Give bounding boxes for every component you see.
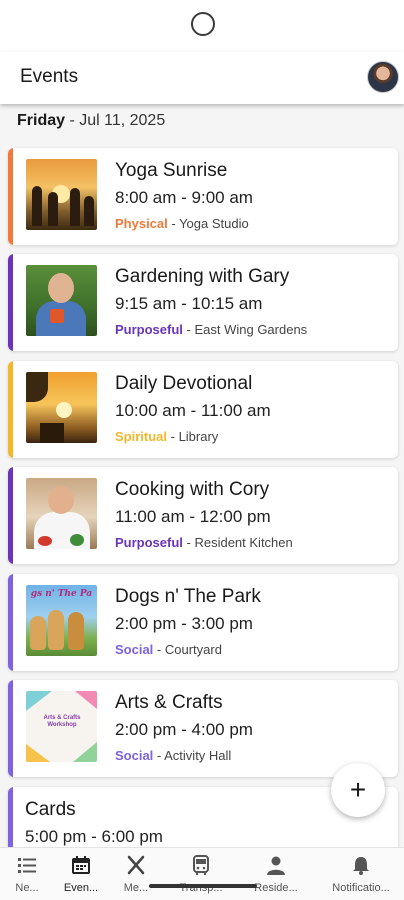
event-thumbnail: gs n' The Pa [26, 585, 97, 656]
event-meta: Physical - Yoga Studio [115, 216, 249, 231]
event-category: Social [115, 642, 154, 657]
nav-item-news[interactable]: Ne... [0, 854, 57, 894]
event-thumbnail [26, 478, 97, 549]
category-accent [8, 467, 13, 564]
event-card[interactable]: Yoga Sunrise 8:00 am - 9:00 am Physical … [8, 148, 398, 245]
event-meta: Purposeful - East Wing Gardens [115, 322, 307, 337]
event-location: - Resident Kitchen [182, 535, 293, 550]
category-accent [8, 361, 13, 458]
event-title: Arts & Crafts [115, 692, 223, 713]
calendar-icon [72, 856, 90, 874]
event-card[interactable]: Daily Devotional 10:00 am - 11:00 am Spi… [8, 361, 398, 458]
nav-item-transportation[interactable]: Transp... [171, 854, 231, 894]
event-title: Yoga Sunrise [115, 160, 228, 181]
event-time: 2:00 pm - 3:00 pm [115, 614, 253, 633]
bottom-nav: Ne... Even... Me... Transp... Reside... … [0, 847, 404, 900]
event-card[interactable]: Cooking with Cory 11:00 am - 12:00 pm Pu… [8, 467, 398, 564]
camera-cutout [191, 12, 215, 36]
event-location: - East Wing Gardens [182, 322, 308, 337]
event-meta: Purposeful - Resident Kitchen [115, 535, 293, 550]
date-day: Friday [17, 112, 66, 129]
nav-item-meals[interactable]: Me... [106, 854, 166, 894]
event-thumbnail [26, 372, 97, 443]
event-location: - Courtyard [153, 642, 222, 657]
home-indicator [149, 884, 257, 888]
event-category: Physical [115, 216, 168, 231]
plus-icon: + [349, 774, 367, 805]
add-event-button[interactable]: + [331, 763, 385, 817]
category-accent [8, 574, 13, 671]
event-time: 2:00 pm - 4:00 pm [115, 720, 253, 739]
person-icon [267, 856, 285, 875]
nav-item-events[interactable]: Even... [51, 854, 111, 894]
category-accent [8, 254, 13, 351]
event-title: Gardening with Gary [115, 266, 290, 287]
event-location: - Library [167, 429, 219, 444]
event-title: Dogs n' The Park [115, 586, 261, 607]
event-category: Spiritual [115, 429, 168, 444]
event-meta: Social - Courtyard [115, 642, 222, 657]
event-thumbnail [26, 159, 97, 230]
category-accent [8, 787, 13, 847]
status-bar [0, 0, 404, 52]
event-location: - Yoga Studio [167, 216, 249, 231]
event-thumbnail: Arts & Crafts Workshop [26, 691, 97, 762]
date-text: - Jul 11, 2025 [65, 112, 166, 129]
event-card[interactable]: Gardening with Gary 9:15 am - 10:15 am P… [8, 254, 398, 351]
event-time: 8:00 am - 9:00 am [115, 188, 253, 207]
event-list: Yoga Sunrise 8:00 am - 9:00 am Physical … [0, 142, 404, 847]
event-category: Purposeful [115, 535, 183, 550]
category-accent [8, 148, 13, 245]
nav-item-residents[interactable]: Reside... [246, 854, 306, 894]
date-heading: Friday - Jul 11, 2025 [17, 112, 165, 130]
event-time: 11:00 am - 12:00 pm [115, 507, 271, 526]
nav-label: Notificatio... [332, 882, 390, 894]
nav-label: Even... [63, 882, 99, 894]
event-meta: Spiritual - Library [115, 429, 218, 444]
event-time: 9:15 am - 10:15 am [115, 294, 263, 313]
event-title: Cooking with Cory [115, 479, 270, 500]
bus-icon [193, 855, 209, 875]
avatar[interactable] [367, 61, 399, 93]
app-bar: Events [0, 52, 404, 104]
event-category: Social [115, 748, 154, 763]
event-category: Purposeful [115, 322, 183, 337]
page-title: Events [20, 66, 79, 87]
utensils-icon [127, 855, 145, 875]
nav-label: Ne... [15, 882, 39, 894]
event-thumbnail [26, 265, 97, 336]
category-accent [8, 680, 13, 777]
event-title: Daily Devotional [115, 373, 253, 394]
event-card[interactable]: gs n' The Pa Dogs n' The Park 2:00 pm - … [8, 574, 398, 671]
list-icon [18, 858, 36, 873]
bell-icon [353, 857, 369, 875]
event-time: 5:00 pm - 6:00 pm [25, 827, 163, 846]
nav-item-notifications[interactable]: Notificatio... [326, 854, 396, 894]
event-card[interactable]: Arts & Crafts Workshop Arts & Crafts 2:0… [8, 680, 398, 777]
event-title: Cards [25, 799, 76, 820]
event-meta: Social - Activity Hall [115, 748, 231, 763]
event-location: - Activity Hall [153, 748, 232, 763]
event-time: 10:00 am - 11:00 am [115, 401, 271, 420]
